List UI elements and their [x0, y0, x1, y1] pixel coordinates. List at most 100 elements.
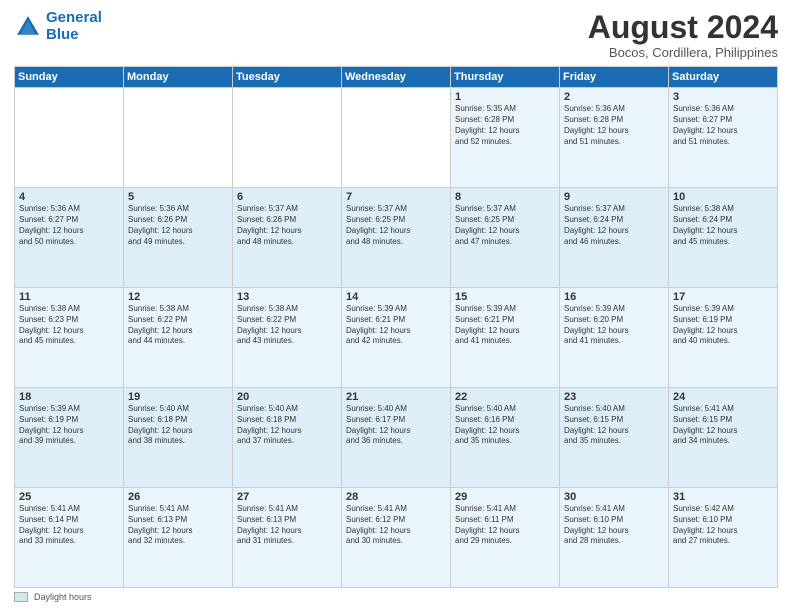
day-info: Sunrise: 5:39 AM Sunset: 6:19 PM Dayligh… [19, 404, 119, 447]
main-title: August 2024 [588, 10, 778, 45]
day-info: Sunrise: 5:40 AM Sunset: 6:17 PM Dayligh… [346, 404, 446, 447]
calendar-cell: 21Sunrise: 5:40 AM Sunset: 6:17 PM Dayli… [342, 388, 451, 488]
page: General Blue August 2024 Bocos, Cordille… [0, 0, 792, 612]
day-number: 3 [673, 91, 773, 103]
day-number: 17 [673, 291, 773, 303]
day-number: 10 [673, 191, 773, 203]
logo-icon [14, 13, 42, 41]
calendar-cell: 1Sunrise: 5:35 AM Sunset: 6:28 PM Daylig… [451, 88, 560, 188]
day-info: Sunrise: 5:38 AM Sunset: 6:22 PM Dayligh… [128, 304, 228, 347]
day-header-monday: Monday [124, 67, 233, 88]
calendar-cell: 19Sunrise: 5:40 AM Sunset: 6:18 PM Dayli… [124, 388, 233, 488]
day-info: Sunrise: 5:37 AM Sunset: 6:25 PM Dayligh… [346, 204, 446, 247]
day-info: Sunrise: 5:36 AM Sunset: 6:26 PM Dayligh… [128, 204, 228, 247]
calendar-cell: 18Sunrise: 5:39 AM Sunset: 6:19 PM Dayli… [15, 388, 124, 488]
subtitle: Bocos, Cordillera, Philippines [588, 45, 778, 60]
day-header-sunday: Sunday [15, 67, 124, 88]
calendar-cell: 22Sunrise: 5:40 AM Sunset: 6:16 PM Dayli… [451, 388, 560, 488]
day-number: 12 [128, 291, 228, 303]
day-info: Sunrise: 5:37 AM Sunset: 6:26 PM Dayligh… [237, 204, 337, 247]
day-number: 19 [128, 391, 228, 403]
calendar-cell: 30Sunrise: 5:41 AM Sunset: 6:10 PM Dayli… [560, 488, 669, 588]
day-number: 5 [128, 191, 228, 203]
day-info: Sunrise: 5:40 AM Sunset: 6:16 PM Dayligh… [455, 404, 555, 447]
logo-text: General Blue [46, 10, 102, 43]
calendar-cell: 29Sunrise: 5:41 AM Sunset: 6:11 PM Dayli… [451, 488, 560, 588]
day-number: 30 [564, 491, 664, 503]
day-number: 31 [673, 491, 773, 503]
legend-box [14, 592, 28, 602]
day-number: 14 [346, 291, 446, 303]
day-number: 27 [237, 491, 337, 503]
day-number: 28 [346, 491, 446, 503]
day-number: 23 [564, 391, 664, 403]
calendar-cell: 27Sunrise: 5:41 AM Sunset: 6:13 PM Dayli… [233, 488, 342, 588]
title-block: August 2024 Bocos, Cordillera, Philippin… [588, 10, 778, 60]
day-info: Sunrise: 5:41 AM Sunset: 6:11 PM Dayligh… [455, 504, 555, 547]
day-number: 6 [237, 191, 337, 203]
calendar-cell: 7Sunrise: 5:37 AM Sunset: 6:25 PM Daylig… [342, 188, 451, 288]
day-number: 9 [564, 191, 664, 203]
day-number: 29 [455, 491, 555, 503]
day-number: 20 [237, 391, 337, 403]
day-info: Sunrise: 5:35 AM Sunset: 6:28 PM Dayligh… [455, 104, 555, 147]
day-info: Sunrise: 5:38 AM Sunset: 6:23 PM Dayligh… [19, 304, 119, 347]
calendar-cell: 3Sunrise: 5:36 AM Sunset: 6:27 PM Daylig… [669, 88, 778, 188]
calendar-cell [124, 88, 233, 188]
day-info: Sunrise: 5:39 AM Sunset: 6:19 PM Dayligh… [673, 304, 773, 347]
day-number: 7 [346, 191, 446, 203]
day-info: Sunrise: 5:42 AM Sunset: 6:10 PM Dayligh… [673, 504, 773, 547]
day-number: 26 [128, 491, 228, 503]
calendar-cell: 2Sunrise: 5:36 AM Sunset: 6:28 PM Daylig… [560, 88, 669, 188]
day-info: Sunrise: 5:38 AM Sunset: 6:22 PM Dayligh… [237, 304, 337, 347]
day-info: Sunrise: 5:39 AM Sunset: 6:20 PM Dayligh… [564, 304, 664, 347]
day-info: Sunrise: 5:39 AM Sunset: 6:21 PM Dayligh… [455, 304, 555, 347]
header-row: SundayMondayTuesdayWednesdayThursdayFrid… [15, 67, 778, 88]
day-info: Sunrise: 5:37 AM Sunset: 6:25 PM Dayligh… [455, 204, 555, 247]
calendar-cell: 16Sunrise: 5:39 AM Sunset: 6:20 PM Dayli… [560, 288, 669, 388]
calendar-cell: 11Sunrise: 5:38 AM Sunset: 6:23 PM Dayli… [15, 288, 124, 388]
day-info: Sunrise: 5:40 AM Sunset: 6:18 PM Dayligh… [128, 404, 228, 447]
calendar-cell: 26Sunrise: 5:41 AM Sunset: 6:13 PM Dayli… [124, 488, 233, 588]
day-info: Sunrise: 5:40 AM Sunset: 6:18 PM Dayligh… [237, 404, 337, 447]
calendar-cell: 9Sunrise: 5:37 AM Sunset: 6:24 PM Daylig… [560, 188, 669, 288]
day-number: 2 [564, 91, 664, 103]
day-number: 18 [19, 391, 119, 403]
day-header-thursday: Thursday [451, 67, 560, 88]
day-info: Sunrise: 5:36 AM Sunset: 6:27 PM Dayligh… [19, 204, 119, 247]
day-info: Sunrise: 5:41 AM Sunset: 6:15 PM Dayligh… [673, 404, 773, 447]
calendar-cell: 4Sunrise: 5:36 AM Sunset: 6:27 PM Daylig… [15, 188, 124, 288]
calendar-cell: 20Sunrise: 5:40 AM Sunset: 6:18 PM Dayli… [233, 388, 342, 488]
calendar-week-5: 25Sunrise: 5:41 AM Sunset: 6:14 PM Dayli… [15, 488, 778, 588]
calendar: SundayMondayTuesdayWednesdayThursdayFrid… [14, 66, 778, 588]
day-info: Sunrise: 5:36 AM Sunset: 6:27 PM Dayligh… [673, 104, 773, 147]
calendar-cell: 8Sunrise: 5:37 AM Sunset: 6:25 PM Daylig… [451, 188, 560, 288]
day-number: 16 [564, 291, 664, 303]
day-info: Sunrise: 5:40 AM Sunset: 6:15 PM Dayligh… [564, 404, 664, 447]
calendar-week-4: 18Sunrise: 5:39 AM Sunset: 6:19 PM Dayli… [15, 388, 778, 488]
day-number: 13 [237, 291, 337, 303]
day-info: Sunrise: 5:41 AM Sunset: 6:13 PM Dayligh… [237, 504, 337, 547]
day-info: Sunrise: 5:39 AM Sunset: 6:21 PM Dayligh… [346, 304, 446, 347]
day-number: 4 [19, 191, 119, 203]
calendar-cell: 12Sunrise: 5:38 AM Sunset: 6:22 PM Dayli… [124, 288, 233, 388]
day-header-wednesday: Wednesday [342, 67, 451, 88]
logo: General Blue [14, 10, 102, 43]
calendar-cell: 14Sunrise: 5:39 AM Sunset: 6:21 PM Dayli… [342, 288, 451, 388]
calendar-week-3: 11Sunrise: 5:38 AM Sunset: 6:23 PM Dayli… [15, 288, 778, 388]
day-number: 1 [455, 91, 555, 103]
day-info: Sunrise: 5:41 AM Sunset: 6:14 PM Dayligh… [19, 504, 119, 547]
legend-label: Daylight hours [34, 592, 92, 602]
calendar-cell [233, 88, 342, 188]
calendar-cell: 31Sunrise: 5:42 AM Sunset: 6:10 PM Dayli… [669, 488, 778, 588]
calendar-cell: 15Sunrise: 5:39 AM Sunset: 6:21 PM Dayli… [451, 288, 560, 388]
header: General Blue August 2024 Bocos, Cordille… [14, 10, 778, 60]
day-number: 21 [346, 391, 446, 403]
calendar-cell: 23Sunrise: 5:40 AM Sunset: 6:15 PM Dayli… [560, 388, 669, 488]
calendar-cell: 25Sunrise: 5:41 AM Sunset: 6:14 PM Dayli… [15, 488, 124, 588]
calendar-cell: 6Sunrise: 5:37 AM Sunset: 6:26 PM Daylig… [233, 188, 342, 288]
logo-line1: General [46, 9, 102, 26]
day-info: Sunrise: 5:41 AM Sunset: 6:10 PM Dayligh… [564, 504, 664, 547]
day-info: Sunrise: 5:41 AM Sunset: 6:13 PM Dayligh… [128, 504, 228, 547]
day-info: Sunrise: 5:37 AM Sunset: 6:24 PM Dayligh… [564, 204, 664, 247]
